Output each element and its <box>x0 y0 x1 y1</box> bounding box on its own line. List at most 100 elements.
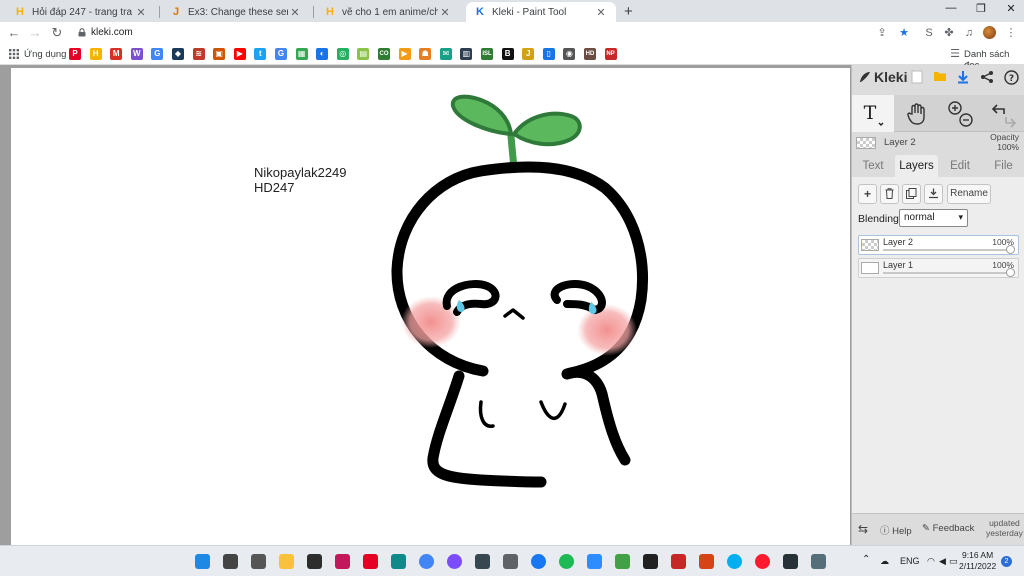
bookmark-bookmark-4-icon[interactable]: W <box>130 48 143 60</box>
text-tool-button[interactable]: T <box>852 95 894 132</box>
taskbar-skype-icon[interactable] <box>727 554 742 569</box>
browser-tab-2[interactable]: J Ex3: Change these sentences into✕ <box>162 2 310 22</box>
help-link[interactable]: ⓘ Help <box>880 523 912 537</box>
add-layer-button[interactable]: + <box>858 184 877 204</box>
taskbar-opera-icon[interactable] <box>755 554 770 569</box>
reload-icon[interactable]: ↻ <box>49 25 65 41</box>
bookmark-bookmark-6-icon[interactable]: ◆ <box>172 48 184 60</box>
taskbar-app-17-icon[interactable] <box>643 554 658 569</box>
bookmark-gmail-icon[interactable]: M <box>110 48 123 60</box>
tray-chevron-up-icon[interactable]: ⌃ <box>862 554 870 565</box>
bookmark-bookmark-22-icon[interactable]: B <box>501 48 514 60</box>
bookmark-star-icon[interactable]: ★ <box>897 26 911 40</box>
extension-s-icon[interactable]: S <box>922 26 936 40</box>
help-circle-icon[interactable]: ? <box>1003 70 1019 86</box>
layer-1-opacity-knob[interactable] <box>1006 268 1015 277</box>
address-bar[interactable]: kleki.com <box>91 27 133 38</box>
tab-edit[interactable]: Edit <box>939 155 981 177</box>
taskbar-messenger-icon[interactable] <box>447 554 462 569</box>
taskbar-zoom-icon[interactable] <box>587 554 602 569</box>
bookmark-bookmark-16-icon[interactable]: CO <box>378 48 390 60</box>
layer-item-layer-2[interactable]: Layer 2 100% <box>858 235 1019 255</box>
apps-grid-icon[interactable] <box>9 49 19 59</box>
updated-status[interactable]: updated yesterday <box>986 518 1023 538</box>
zoom-tool-button[interactable] <box>944 95 978 132</box>
duplicate-layer-button[interactable] <box>902 184 921 204</box>
bookmark-bookmark-17-icon[interactable]: ▶ <box>398 48 411 60</box>
browser-tab-1[interactable]: H Hỏi đáp 247 - trang tra loi ✕ <box>6 2 156 22</box>
taskbar-app-22-icon[interactable] <box>783 554 798 569</box>
wifi-icon[interactable]: ◠ <box>927 556 935 567</box>
taskbar-app-12-icon[interactable] <box>503 554 518 569</box>
minimize-button[interactable]: — <box>936 2 966 14</box>
blending-select[interactable]: normal ▾ <box>899 209 968 227</box>
browser-tab-4[interactable]: K Kleki - Paint Tool ✕ <box>466 2 616 22</box>
open-folder-icon[interactable] <box>932 70 948 86</box>
taskbar-chrome-icon[interactable] <box>419 554 434 569</box>
browser-tab-3[interactable]: Hvẽ cho 1 em anime/chibi y/c: vẽ đ✕ <box>316 2 460 22</box>
layer-1-opacity-track[interactable] <box>883 272 1012 274</box>
bookmark-bookmark-20-icon[interactable]: ▥ <box>460 48 473 60</box>
avatar[interactable] <box>983 26 996 39</box>
tab-close-icon[interactable]: ✕ <box>288 6 302 19</box>
taskbar-search-icon[interactable] <box>223 554 238 569</box>
bookmark-bookmark-8-icon[interactable]: ▣ <box>213 48 226 60</box>
bookmark-pinterest-icon[interactable]: P <box>69 48 81 60</box>
media-icon[interactable]: ♫ <box>962 26 976 40</box>
hand-tool-button[interactable] <box>896 95 938 132</box>
apps-bookmark-label[interactable]: Ứng dụng <box>24 49 66 60</box>
tab-close-icon[interactable]: ✕ <box>438 6 452 19</box>
forward-icon[interactable]: → <box>27 25 43 40</box>
cloud-icon[interactable]: ☁ <box>880 556 889 567</box>
share-network-icon[interactable] <box>979 70 995 86</box>
new-tab-button[interactable]: + <box>624 3 633 20</box>
feedback-link[interactable]: ✎ Feedback <box>922 523 974 534</box>
battery-icon[interactable]: ▭ <box>949 556 958 567</box>
bookmark-youtube-icon[interactable]: ▶ <box>233 48 246 60</box>
drawing-canvas[interactable]: Nikopaylak2249 HD247 <box>11 68 850 545</box>
bookmark-bookmark-13-icon[interactable]: ◐ <box>316 48 329 60</box>
extensions-puzzle-icon[interactable]: ✤ <box>942 26 956 40</box>
notification-badge[interactable]: 2 <box>1001 556 1012 567</box>
bookmark-hoidap-icon[interactable]: H <box>89 48 102 60</box>
layer-2-opacity-track[interactable] <box>883 249 1012 251</box>
back-icon[interactable]: ← <box>6 25 22 40</box>
bookmark-bookmark-12-icon[interactable]: ▦ <box>295 48 308 60</box>
merge-layer-button[interactable] <box>924 184 943 204</box>
bookmark-bookmark-24-icon[interactable]: ▯ <box>542 48 555 60</box>
tab-close-icon[interactable]: ✕ <box>594 6 608 19</box>
taskbar-file-explorer-icon[interactable] <box>279 554 294 569</box>
bookmark-bookmark-14-icon[interactable]: ◎ <box>336 48 349 60</box>
delete-layer-button[interactable] <box>880 184 899 204</box>
bookmark-bookmark-7-icon[interactable]: ≋ <box>192 48 205 60</box>
language-indicator[interactable]: ENG <box>900 556 920 566</box>
download-icon[interactable] <box>955 70 971 86</box>
new-image-icon[interactable] <box>909 70 925 86</box>
taskbar-camera-icon[interactable] <box>811 554 826 569</box>
bookmark-twitter-icon[interactable]: t <box>254 48 267 60</box>
layer-2-opacity-knob[interactable] <box>1006 245 1015 254</box>
undo-redo-button[interactable] <box>984 95 1022 132</box>
taskbar-app-19-icon[interactable] <box>699 554 714 569</box>
swap-icon[interactable]: ⇆ <box>858 522 868 536</box>
bookmark-bookmark-18-icon[interactable]: ☗ <box>419 48 432 60</box>
share-icon[interactable]: ⇪ <box>875 26 889 40</box>
taskbar-facebook-icon[interactable] <box>531 554 546 569</box>
bookmark-bookmark-19-icon[interactable]: ✉ <box>439 48 452 60</box>
rename-layer-button[interactable]: Rename <box>947 184 991 204</box>
menu-kebab-icon[interactable]: ⋮ <box>1004 26 1018 40</box>
tab-text[interactable]: Text <box>852 155 894 177</box>
taskbar-pinterest-icon[interactable] <box>363 554 378 569</box>
taskbar-app-11-icon[interactable] <box>475 554 490 569</box>
tab-file[interactable]: File <box>982 155 1024 177</box>
bookmark-bookmark-15-icon[interactable]: ▤ <box>357 48 370 60</box>
taskbar-task-view-icon[interactable] <box>251 554 266 569</box>
bookmark-bookmark-26-icon[interactable]: HD <box>584 48 596 60</box>
tab-layers[interactable]: Layers <box>895 155 938 177</box>
tab-close-icon[interactable]: ✕ <box>134 6 148 19</box>
taskbar-app-6-icon[interactable] <box>335 554 350 569</box>
taskbar-app-18-icon[interactable] <box>671 554 686 569</box>
bookmark-bookmark-27-icon[interactable]: NP <box>604 48 617 60</box>
system-clock[interactable]: 9:16 AM 2/11/2022 <box>959 550 996 572</box>
bookmark-google-icon[interactable]: G <box>275 48 287 60</box>
